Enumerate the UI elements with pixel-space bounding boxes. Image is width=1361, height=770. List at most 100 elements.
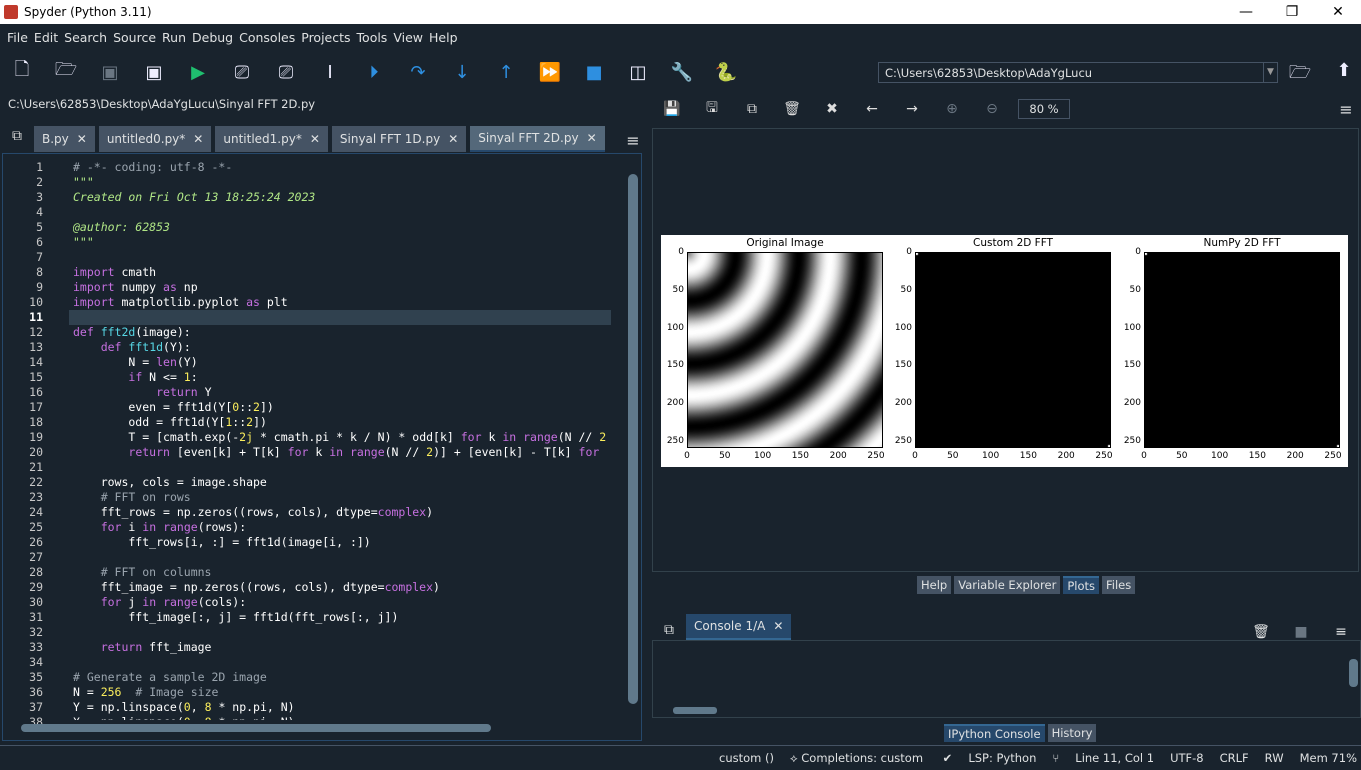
tab-untitled0[interactable]: untitled0.py* ✕ [98, 126, 212, 152]
tab-history[interactable]: History [1047, 724, 1097, 742]
close-button[interactable]: ✕ [1315, 4, 1361, 20]
close-icon[interactable]: ✕ [448, 132, 458, 146]
code-line: import cmath [73, 265, 157, 279]
menu-run[interactable]: Run [159, 30, 189, 45]
python-path-icon[interactable]: 🐍 [704, 56, 748, 88]
code-editor[interactable]: 1 2 3 4 5 6 7 8 9 10 11 12 13 14 15 16 17 18 19 20 21 22 23 24 2… [2, 153, 642, 741]
minimize-button[interactable]: — [1223, 4, 1269, 20]
line-number: 21 [29, 460, 43, 474]
y-tick-label: 50 [672, 284, 684, 295]
stop-debug-icon[interactable]: ■ [572, 56, 616, 88]
clear-console-icon[interactable]: 🗑 [1241, 624, 1281, 640]
code-text-area[interactable]: # -*- coding: utf-8 -*- """ Created on F… [73, 154, 611, 720]
browse-tabs-icon[interactable]: ⧉ [0, 126, 34, 152]
save-plot-icon[interactable]: 💾 [652, 101, 692, 117]
hamburger-menu-icon[interactable]: ≡ [1331, 100, 1361, 119]
browse-folder-icon[interactable]: 🗁 [1286, 60, 1314, 86]
menu-projects[interactable]: Projects [298, 30, 353, 45]
previous-plot-icon[interactable]: ← [852, 101, 892, 117]
working-directory-combobox[interactable]: C:\Users\62853\Desktop\AdaYgLucu ▼ [878, 62, 1278, 83]
copy-plot-icon[interactable]: ⧉ [732, 101, 772, 117]
tab-sinyal-fft-2d[interactable]: Sinyal FFT 2D.py ✕ [470, 126, 605, 152]
debug-icon[interactable]: ⏵ [352, 56, 396, 88]
x-tick-label: 50 [1176, 451, 1188, 461]
parent-directory-icon[interactable]: ⬆ [1330, 60, 1358, 86]
close-icon[interactable]: ✕ [77, 132, 87, 146]
step-out-icon[interactable]: ↑ [484, 56, 528, 88]
plots-pane: Original Image 0 50 100 150 200 250 0 50 100 150 20… [652, 128, 1359, 572]
close-icon[interactable]: ✕ [587, 131, 597, 145]
hamburger-menu-icon[interactable]: ≡ [620, 130, 646, 152]
line-number: 18 [29, 415, 43, 429]
zoom-in-icon[interactable]: ⊕ [932, 101, 972, 117]
code-line: rows, cols = image.shape [73, 475, 267, 489]
matplotlib-figure[interactable]: Original Image 0 50 100 150 200 250 0 50 100 150 20… [661, 235, 1348, 467]
lsp-status[interactable]: LSP: Python [968, 751, 1036, 765]
stop-kernel-icon[interactable]: ■ [1281, 624, 1321, 640]
console-vertical-scrollbar[interactable] [1347, 647, 1359, 707]
tab-help[interactable]: Help [917, 576, 952, 594]
step-over-icon[interactable]: ↷ [396, 56, 440, 88]
code-line: if N <= 1: [128, 370, 198, 384]
maximize-button[interactable]: ❐ [1269, 4, 1315, 20]
tab-plots[interactable]: Plots [1063, 576, 1099, 594]
tab-variable-explorer[interactable]: Variable Explorer [954, 576, 1061, 594]
editor-vertical-scrollbar[interactable] [627, 160, 639, 715]
y-tick-label: 100 [894, 322, 912, 333]
tab-files[interactable]: Files [1102, 576, 1136, 594]
menu-search[interactable]: Search [61, 30, 110, 45]
menu-source[interactable]: Source [110, 30, 159, 45]
console-pane: ⧉ Console 1/A ✕ 🗑 ■ ≡ [652, 604, 1361, 744]
remove-plot-icon[interactable]: 🗑 [772, 101, 812, 117]
menu-file[interactable]: File [4, 30, 31, 45]
new-file-icon[interactable]: 🗋 [0, 56, 44, 88]
menu-edit[interactable]: Edit [31, 30, 61, 45]
zoom-level[interactable]: 80 % [1018, 99, 1070, 119]
menu-help[interactable]: Help [426, 30, 461, 45]
maximize-pane-icon[interactable]: ◫ [616, 56, 660, 88]
save-file-icon[interactable]: ▣ [88, 56, 132, 88]
run-icon[interactable]: ▶ [176, 56, 220, 88]
tab-ipython-console[interactable]: IPython Console [944, 724, 1045, 742]
next-plot-icon[interactable]: → [892, 101, 932, 117]
preferences-icon[interactable]: 🔧 [660, 56, 704, 88]
hamburger-menu-icon[interactable]: ≡ [1321, 624, 1361, 640]
close-icon[interactable]: ✕ [193, 132, 203, 146]
editor-horizontal-scrollbar[interactable] [11, 722, 621, 734]
save-all-plots-icon[interactable]: 🖫 [692, 97, 732, 121]
close-icon[interactable]: ✕ [773, 619, 783, 633]
run-cell-advance-icon[interactable]: ⎚ [264, 56, 308, 88]
code-line: # Generate a sample 2D image [73, 670, 267, 684]
subplot-axes [687, 252, 883, 448]
menu-debug[interactable]: Debug [189, 30, 236, 45]
continue-icon[interactable]: ⏩ [528, 56, 572, 88]
chevron-down-icon[interactable]: ▼ [1263, 63, 1277, 82]
save-all-icon[interactable]: ▣ [132, 56, 176, 88]
status-bar: custom () ⟡ Completions: custom ✔ LSP: P… [0, 745, 1361, 770]
tab-sinyal-fft-1d[interactable]: Sinyal FFT 1D.py ✕ [331, 126, 467, 152]
y-tick-label: 0 [1135, 247, 1141, 257]
run-selection-icon[interactable]: Ⅰ [308, 56, 352, 88]
code-line: Created on Fri Oct 13 18:25:24 2023 [73, 190, 316, 204]
tab-untitled1[interactable]: untitled1.py* ✕ [215, 126, 328, 152]
browse-tabs-icon[interactable]: ⧉ [652, 620, 686, 640]
tab-b-py[interactable]: B.py ✕ [34, 126, 95, 152]
menu-view[interactable]: View [390, 30, 426, 45]
open-file-icon[interactable]: 🗁 [44, 56, 88, 88]
zoom-out-icon[interactable]: ⊖ [972, 101, 1012, 117]
run-cell-icon[interactable]: ⎚ [220, 56, 264, 88]
x-tick-label: 0 [684, 451, 690, 461]
menu-tools[interactable]: Tools [354, 30, 391, 45]
completions-status[interactable]: ⟡ Completions: custom ✔ [790, 751, 952, 766]
remove-all-plots-icon[interactable]: ✖ [812, 101, 852, 117]
menu-consoles[interactable]: Consoles [236, 30, 298, 45]
close-icon[interactable]: ✕ [310, 132, 320, 146]
console-output[interactable] [652, 640, 1361, 718]
env-status[interactable]: custom () [719, 751, 774, 765]
line-number: 3 [36, 190, 43, 204]
step-into-icon[interactable]: ↓ [440, 56, 484, 88]
console-horizontal-scrollbar[interactable] [665, 705, 1345, 715]
tab-console-1a[interactable]: Console 1/A ✕ [686, 614, 792, 640]
code-line: # FFT on columns [100, 565, 212, 579]
title-bar: Spyder (Python 3.11) — ❐ ✕ [0, 0, 1361, 24]
